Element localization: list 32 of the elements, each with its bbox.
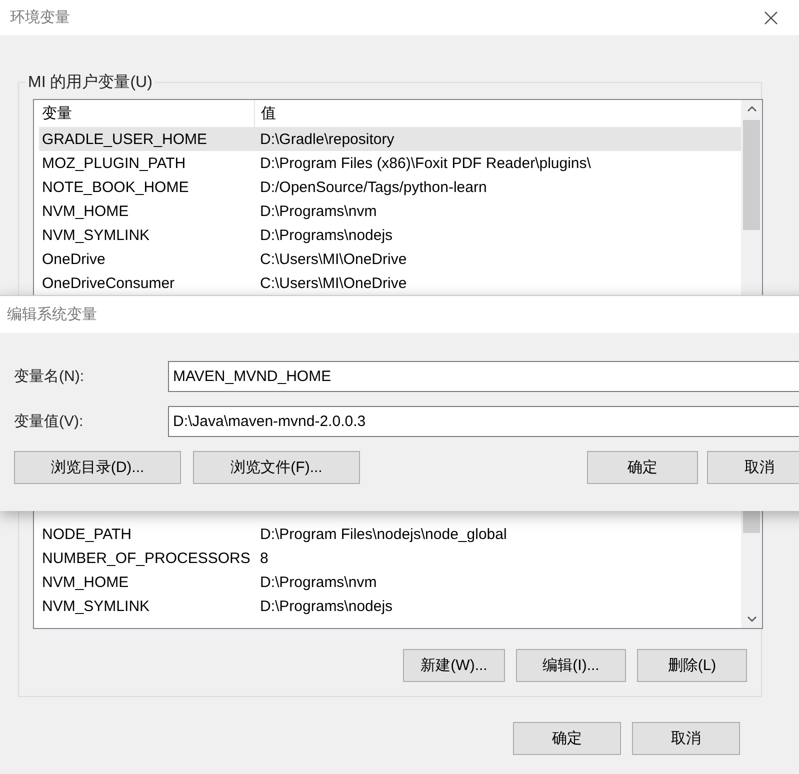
browse-button[interactable]: 浏览文件(F)... xyxy=(193,451,360,484)
input-field[interactable]: MAVEN_MVND_HOME xyxy=(168,361,799,392)
dialog-button[interactable]: 取消 xyxy=(707,451,799,484)
variable-row[interactable]: NVM_SYMLINK D:\Programs\nodejs xyxy=(39,223,741,247)
dialog-button[interactable]: 取消 xyxy=(632,722,740,755)
variable-row[interactable]: OneDrive C:\Users\MI\OneDrive xyxy=(39,247,741,271)
list-action-button[interactable]: 新建(W)... xyxy=(403,649,505,682)
column-header[interactable]: 值 xyxy=(255,100,276,127)
variable-row[interactable]: NOTE_BOOK_HOME D:/OpenSource/Tags/python-learn xyxy=(39,175,741,199)
dialog-button[interactable]: 确定 xyxy=(587,451,698,484)
scroll-thumb[interactable] xyxy=(743,120,760,230)
field-label: 变量名(N): xyxy=(14,367,85,386)
scroll-down-icon[interactable] xyxy=(746,616,756,622)
dialog-button[interactable]: 确定 xyxy=(513,722,621,755)
close-icon[interactable] xyxy=(764,10,778,24)
variable-row[interactable]: NVM_HOME D:\Programs\nvm xyxy=(39,570,741,594)
variable-row[interactable]: NVM_HOME D:\Programs\nvm xyxy=(39,199,741,223)
list-action-button[interactable]: 删除(L) xyxy=(637,649,747,682)
browse-button[interactable]: 浏览目录(D)... xyxy=(14,451,181,484)
variable-row[interactable]: GRADLE_USER_HOME D:\Gradle\repository xyxy=(39,127,741,151)
variable-row[interactable]: NODE_PATH D:\Program Files\nodejs\node_global xyxy=(39,522,741,546)
field-label: 变量值(V): xyxy=(14,412,84,431)
group-title: MI 的用户变量(U) xyxy=(25,72,156,93)
scroll-up-icon[interactable] xyxy=(746,106,756,112)
variable-row[interactable]: NVM_SYMLINK D:\Programs\nodejs xyxy=(39,594,741,618)
dialog-title: 编辑系统变量 xyxy=(7,305,97,324)
window-title: 环境变量 xyxy=(10,8,70,27)
variable-row[interactable]: OneDriveConsumer C:\Users\MI\OneDrive xyxy=(39,271,741,295)
variable-row[interactable]: NUMBER_OF_PROCESSORS 8 xyxy=(39,546,741,570)
input-field[interactable]: D:\Java\maven-mvnd-2.0.0.3 xyxy=(168,406,799,437)
variable-row[interactable]: MOZ_PLUGIN_PATH D:\Program Files (x86)\Foxit PDF Reader\plugins\ xyxy=(39,151,741,175)
list-action-button[interactable]: 编辑(I)... xyxy=(516,649,626,682)
